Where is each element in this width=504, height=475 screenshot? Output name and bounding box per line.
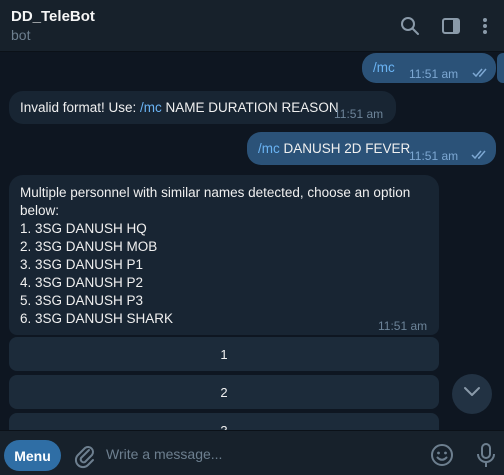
message-time: 11:51 am xyxy=(378,319,428,333)
message-composer: Menu xyxy=(0,430,504,475)
more-vertical-icon[interactable] xyxy=(472,13,498,39)
search-icon[interactable] xyxy=(397,13,423,39)
option-line: 5. 3SG DANUSH P3 xyxy=(20,293,144,308)
emoji-icon[interactable] xyxy=(430,443,454,467)
scroll-to-bottom-button[interactable] xyxy=(452,374,492,414)
message-text: /mc DANUSH 2D FEVER xyxy=(258,140,410,158)
message-text: Invalid format! Use: /mc NAME DURATION R… xyxy=(20,99,339,117)
message-text-body: DANUSH 2D FEVER xyxy=(279,141,411,156)
option-line: 1. 3SG DANUSH HQ xyxy=(20,221,147,236)
chevron-down-icon xyxy=(463,385,481,403)
adjacent-bubble-edge xyxy=(497,53,504,83)
message-time: 11:51 am xyxy=(334,107,384,121)
message-list[interactable]: /mc 11:51 am Invalid format! Use: /mc NA… xyxy=(0,53,504,430)
message-outgoing: /mc 11:51 am xyxy=(362,53,496,83)
bot-command-link[interactable]: /mc xyxy=(373,59,395,77)
message-incoming: Multiple personnel with similar names de… xyxy=(9,175,439,335)
double-check-icon xyxy=(472,65,490,83)
paperclip-icon[interactable] xyxy=(72,443,98,469)
inline-keyboard-button[interactable]: 1 xyxy=(9,337,439,371)
bot-command-link[interactable]: /mc xyxy=(258,141,280,156)
message-text-suffix: NAME DURATION REASON xyxy=(161,100,339,115)
bot-command-link[interactable]: /mc xyxy=(140,100,162,115)
sidebar-toggle-icon[interactable] xyxy=(438,13,464,39)
inline-keyboard-button[interactable]: 3 xyxy=(9,413,439,430)
message-line: below: xyxy=(20,203,60,218)
chat-header[interactable]: DD_TeleBot bot xyxy=(0,0,504,52)
menu-button[interactable]: Menu xyxy=(4,440,61,471)
double-check-icon xyxy=(471,147,489,165)
option-line: 2. 3SG DANUSH MOB xyxy=(20,239,158,254)
message-incoming: Invalid format! Use: /mc NAME DURATION R… xyxy=(9,91,396,124)
inline-keyboard-button[interactable]: 2 xyxy=(9,375,439,409)
message-time: 11:51 am xyxy=(409,149,459,163)
option-line: 3. 3SG DANUSH P1 xyxy=(20,257,144,272)
chat-subtitle: bot xyxy=(11,27,31,43)
message-time: 11:51 am xyxy=(409,67,459,81)
message-outgoing: /mc DANUSH 2D FEVER 11:51 am xyxy=(247,132,496,165)
message-text-prefix: Invalid format! Use: xyxy=(20,100,141,115)
microphone-icon[interactable] xyxy=(474,442,498,468)
message-line: Multiple personnel with similar names de… xyxy=(20,185,411,200)
chat-title: DD_TeleBot xyxy=(11,8,95,25)
message-text: Multiple personnel with similar names de… xyxy=(20,184,410,328)
option-line: 6. 3SG DANUSH SHARK xyxy=(20,311,174,326)
message-input[interactable] xyxy=(106,441,406,467)
option-line: 4. 3SG DANUSH P2 xyxy=(20,275,144,290)
